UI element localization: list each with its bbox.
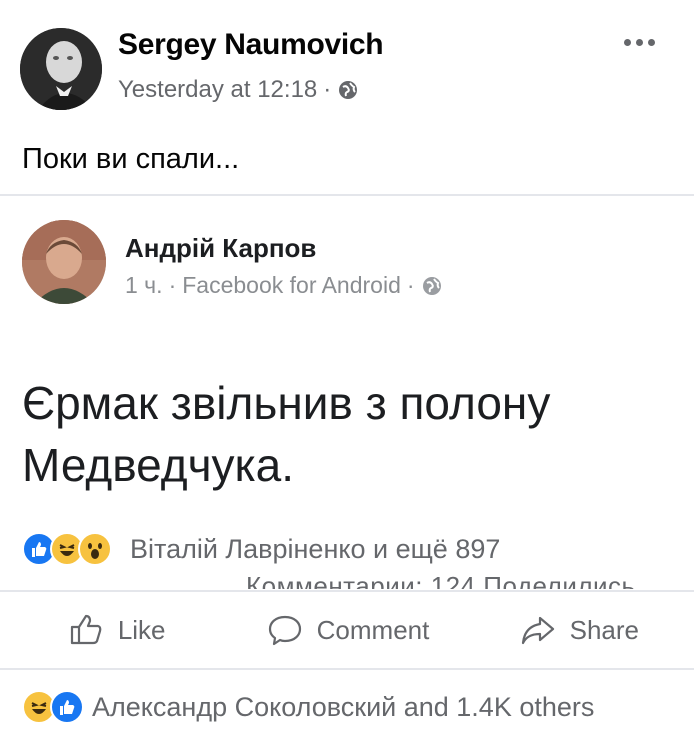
shared-post-time[interactable]: 1 ч. xyxy=(125,272,163,299)
comment-button[interactable]: Comment xyxy=(231,610,462,650)
shared-post-source: Facebook for Android xyxy=(182,272,401,298)
shared-post-text: Єрмак звільнив з полону Медведчука. xyxy=(22,377,551,491)
shared-post-meta: 1 ч. · Facebook for Android · xyxy=(125,272,443,299)
more-options-icon[interactable] xyxy=(624,32,660,52)
share-button[interactable]: Share xyxy=(463,610,694,650)
shared-comments-shares[interactable]: Комментарии: 124 Поделились xyxy=(246,571,636,589)
globe-icon xyxy=(421,275,443,297)
like-label: Like xyxy=(117,614,166,645)
post-meta: Yesterday at 12:18 · xyxy=(118,76,359,104)
shared-author-avatar[interactable] xyxy=(22,220,106,304)
like-icon xyxy=(70,614,102,645)
like-reaction-icon xyxy=(50,690,84,724)
post-timestamp[interactable]: Yesterday at 12:18 xyxy=(118,76,317,104)
post-header: Sergey Naumovich Yesterday at 12:18 · xyxy=(0,0,694,120)
share-label: Share xyxy=(569,614,640,645)
wow-reaction-icon xyxy=(78,532,112,566)
shared-author-name[interactable]: Андрій Карпов xyxy=(125,233,316,264)
post-reactions[interactable]: Александр Соколовский and 1.4K others xyxy=(22,690,594,724)
meta-separator: · xyxy=(323,76,332,103)
author-name[interactable]: Sergey Naumovich xyxy=(118,28,384,62)
author-avatar[interactable] xyxy=(20,28,102,110)
post-actions: Like Comment Share xyxy=(0,590,694,670)
globe-icon xyxy=(337,79,359,101)
comment-label: Comment xyxy=(316,614,430,645)
share-icon xyxy=(521,616,554,645)
meta-separator: · xyxy=(168,272,177,298)
meta-separator: · xyxy=(406,272,415,298)
reaction-icons xyxy=(22,532,112,566)
shared-reactions[interactable]: Віталій Лавріненко и ещё 897 xyxy=(22,532,500,566)
post-text: Поки ви спали... xyxy=(22,143,240,175)
footer-reaction-icons xyxy=(22,690,84,724)
comment-icon xyxy=(268,615,301,646)
shared-reaction-summary[interactable]: Віталій Лавріненко и ещё 897 xyxy=(130,534,500,565)
like-button[interactable]: Like xyxy=(0,610,231,650)
reaction-summary[interactable]: Александр Соколовский and 1.4K others xyxy=(92,692,594,723)
